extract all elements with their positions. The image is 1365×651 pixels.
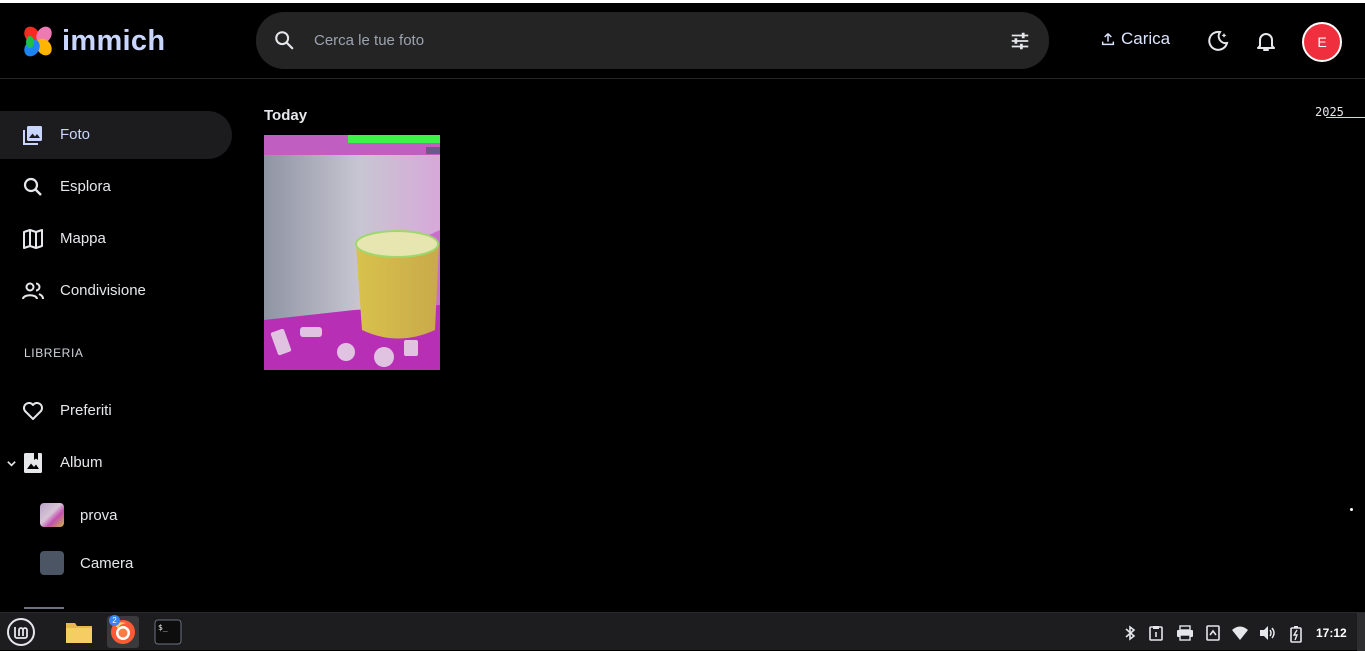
theme-toggle-moon-icon[interactable] xyxy=(1206,29,1230,53)
photo-timeline: Today 2025 xyxy=(240,80,1365,612)
taskbar-window-count-badge: 2 xyxy=(109,615,120,626)
sharing-icon xyxy=(22,282,44,300)
notifications-bell-icon[interactable] xyxy=(1254,29,1278,53)
search-icon xyxy=(23,177,42,196)
photo-thumbnail[interactable] xyxy=(264,135,440,370)
search-icon xyxy=(275,31,294,50)
svg-text:$_: $_ xyxy=(158,623,168,632)
logo-text: immich xyxy=(62,24,166,57)
battery-charging-icon[interactable] xyxy=(1289,625,1303,643)
date-group-title: Today xyxy=(264,107,308,124)
sidebar-item-favorites[interactable]: Preferiti xyxy=(0,387,232,435)
top-navigation-bar: immich Carica E xyxy=(0,3,1365,79)
sidebar: Foto Esplora Mappa Condivisione LIBRERIA… xyxy=(0,80,240,612)
taskbar-clock[interactable]: 17:12 xyxy=(1316,626,1347,640)
start-menu-button[interactable] xyxy=(5,616,37,648)
terminal-icon: $_ xyxy=(154,619,182,645)
immich-logo[interactable]: immich xyxy=(20,23,165,59)
immich-pinwheel-icon xyxy=(24,26,52,57)
album-thumbnail xyxy=(40,503,64,527)
search-filters-icon[interactable] xyxy=(1009,30,1031,52)
photo-image xyxy=(264,135,440,370)
taskbar-terminal-button[interactable]: $_ xyxy=(152,616,184,648)
sidebar-item-albums[interactable]: Album xyxy=(0,439,232,487)
sidebar-item-label: Esplora xyxy=(60,178,111,195)
sidebar-item-label: Mappa xyxy=(60,230,106,247)
sidebar-item-label: Condivisione xyxy=(60,282,146,299)
timeline-scrubber-dot[interactable] xyxy=(1350,508,1353,511)
sidebar-item-label: Preferiti xyxy=(60,402,112,419)
update-manager-icon[interactable] xyxy=(1205,625,1221,641)
linux-mint-logo-icon xyxy=(7,618,35,646)
bluetooth-icon[interactable] xyxy=(1123,625,1137,641)
user-avatar-button[interactable]: E xyxy=(1302,22,1342,62)
search-input[interactable] xyxy=(314,12,994,69)
folder-icon xyxy=(66,623,92,643)
sidebar-item-photos[interactable]: Foto xyxy=(0,111,232,159)
sidebar-item-label: Album xyxy=(60,454,103,471)
search-bar[interactable] xyxy=(256,12,1049,69)
map-icon xyxy=(23,229,43,249)
upload-button[interactable]: Carica xyxy=(1100,29,1170,49)
library-section-label: LIBRERIA xyxy=(24,346,84,360)
album-thumbnail xyxy=(40,551,64,575)
sidebar-album-camera[interactable]: Camera xyxy=(0,541,232,585)
volume-icon[interactable] xyxy=(1259,625,1277,641)
heart-icon xyxy=(23,402,43,420)
sidebar-item-explore[interactable]: Esplora xyxy=(0,163,232,211)
wifi-icon[interactable] xyxy=(1231,625,1249,641)
system-taskbar: 2 $_ 17:12 xyxy=(0,612,1365,651)
sidebar-item-label: Foto xyxy=(60,126,91,143)
taskbar-files-button[interactable] xyxy=(63,616,95,648)
album-icon xyxy=(24,453,42,473)
sidebar-item-sharing[interactable]: Condivisione xyxy=(0,267,232,315)
show-desktop-button[interactable] xyxy=(1357,613,1365,651)
clipboard-icon[interactable] xyxy=(1148,625,1164,641)
timeline-scrubber-line[interactable] xyxy=(1326,117,1365,118)
chevron-down-icon[interactable] xyxy=(6,458,17,469)
upload-icon xyxy=(1101,33,1115,46)
album-label: prova xyxy=(80,507,118,524)
upload-label: Carica xyxy=(1121,29,1171,48)
photos-icon xyxy=(23,126,42,145)
sidebar-item-map[interactable]: Mappa xyxy=(0,215,232,263)
album-label: Camera xyxy=(80,555,134,572)
printer-icon[interactable] xyxy=(1176,625,1194,641)
sidebar-album-prova[interactable]: prova xyxy=(0,493,232,537)
